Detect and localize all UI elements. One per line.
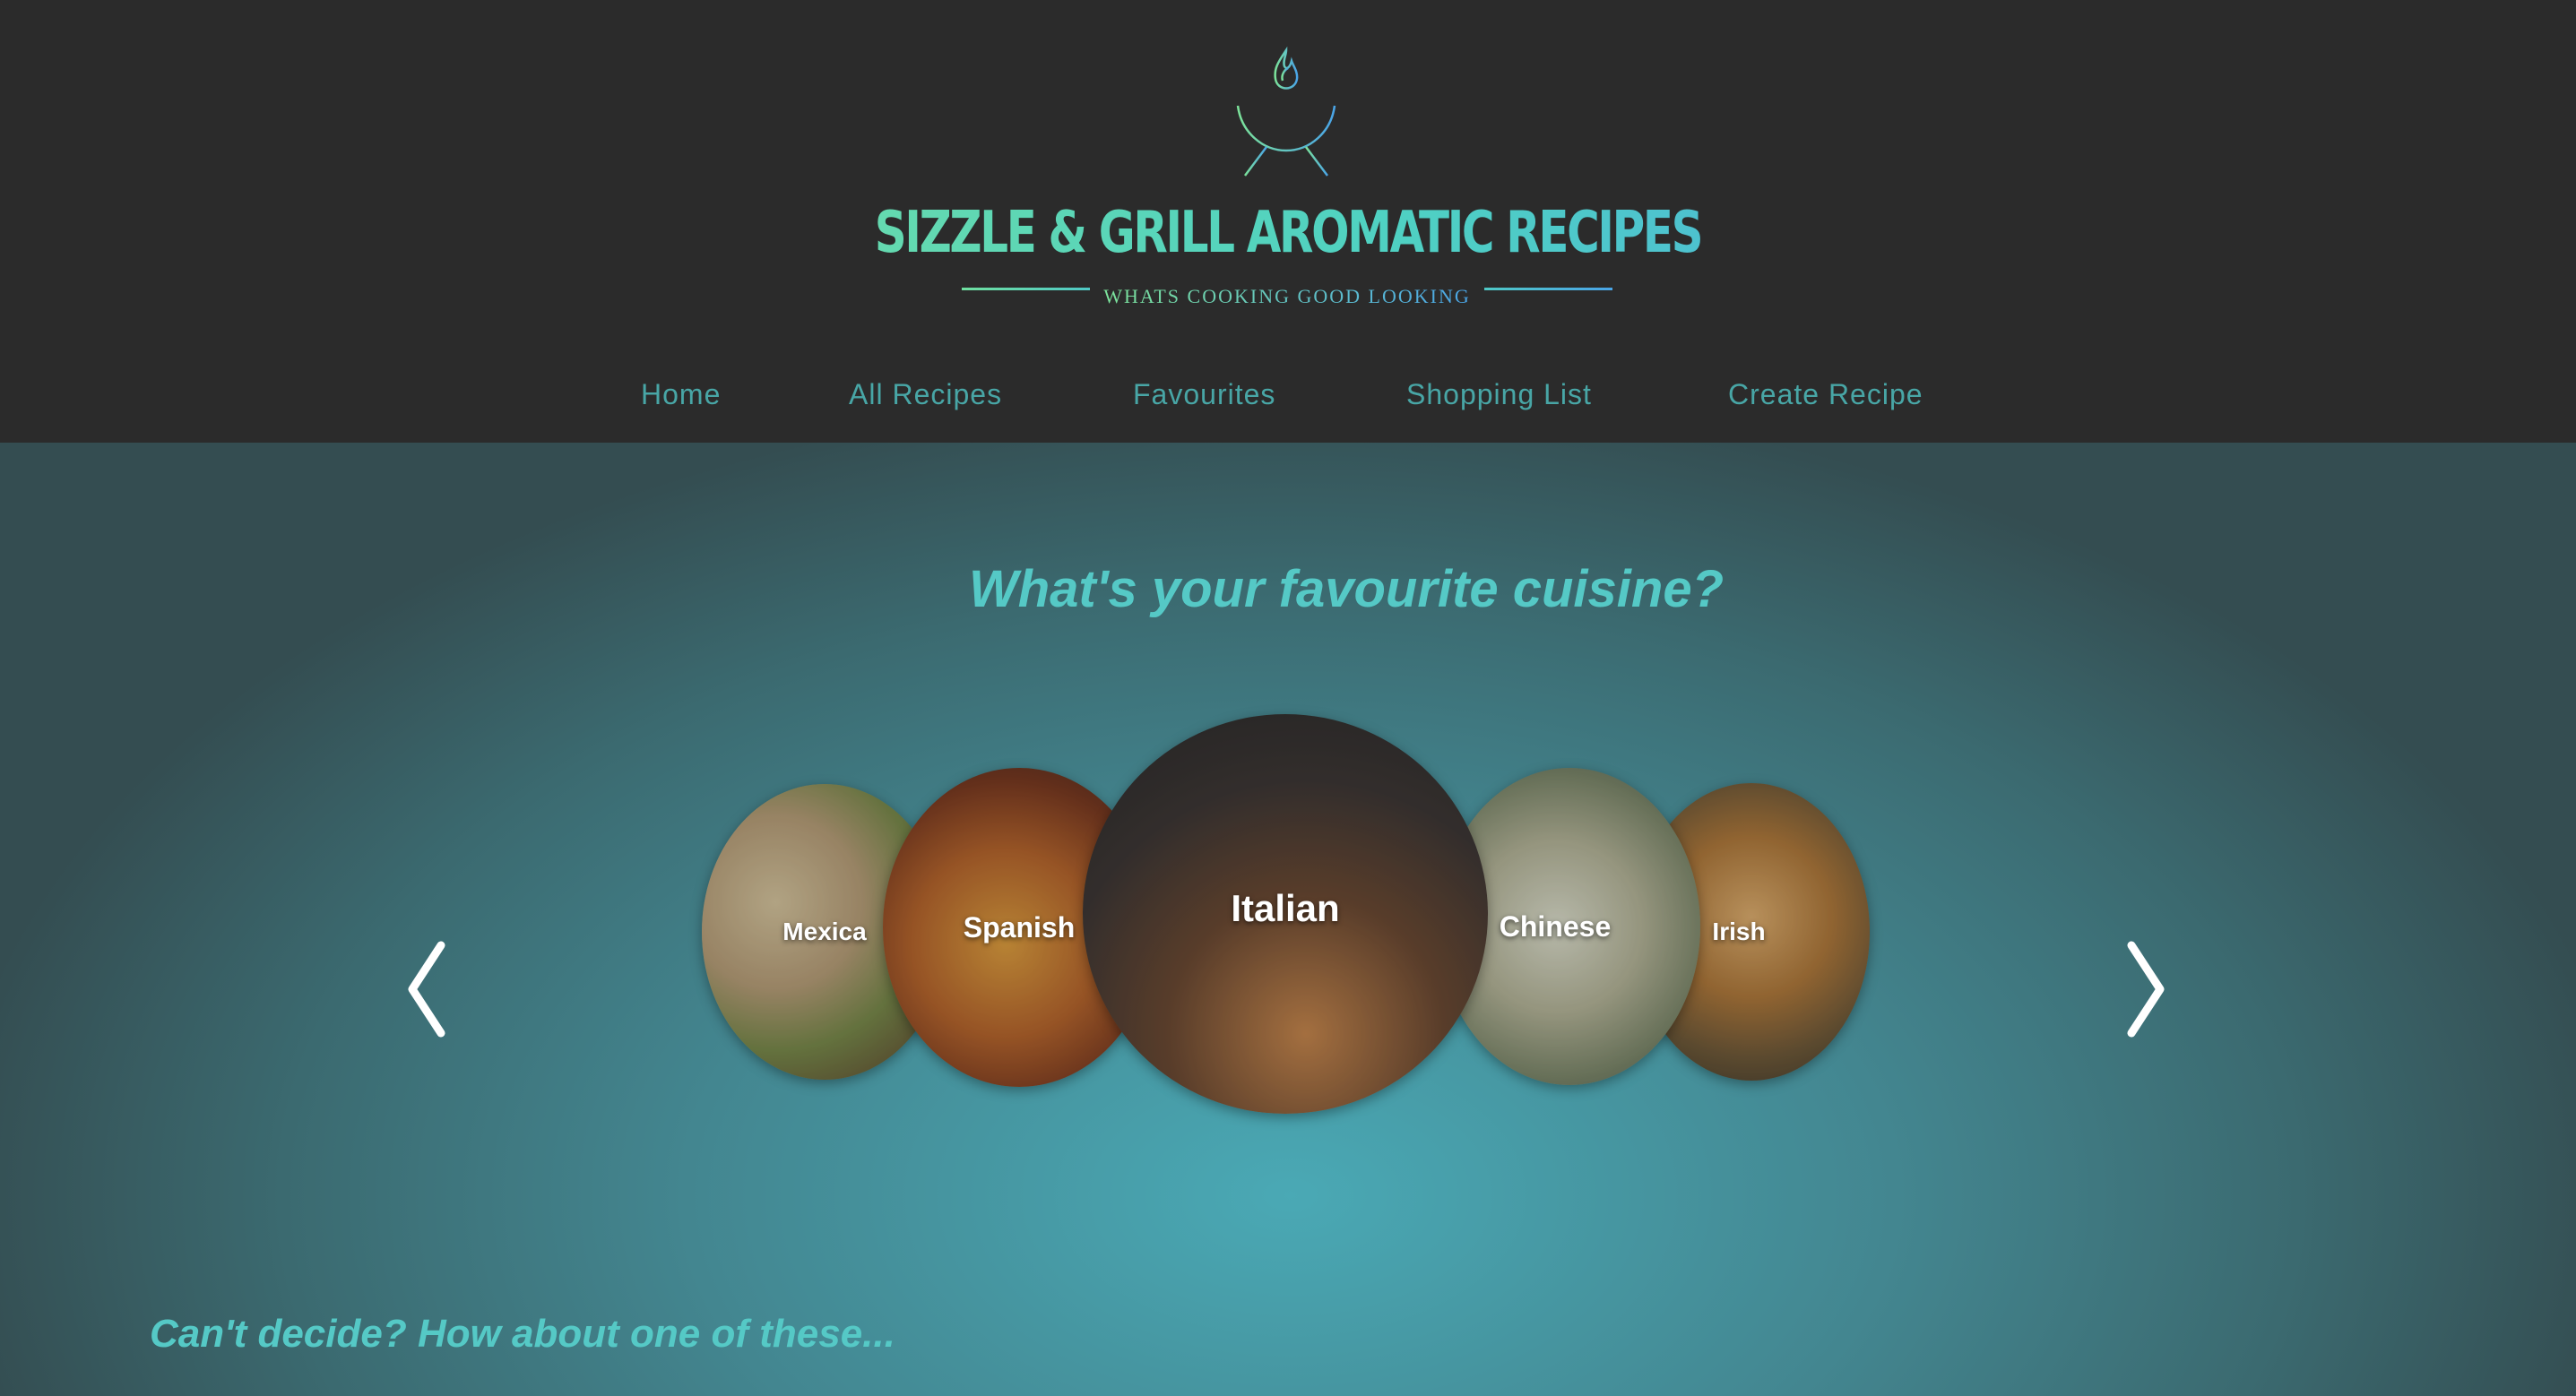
- cuisine-label: Chinese: [1499, 909, 1612, 943]
- cuisine-section: What's your favourite cuisine? Mexica Sp…: [0, 443, 2576, 1396]
- nav-home[interactable]: Home: [641, 378, 721, 411]
- tagline-divider-right: [1484, 288, 1612, 290]
- site-header: SIZZLE & GRILL AROMATIC RECIPES WHATS CO…: [0, 0, 2576, 443]
- cuisine-italian[interactable]: Italian: [1083, 714, 1488, 1114]
- cuisine-label: Mexica: [782, 918, 867, 945]
- nav-all-recipes[interactable]: All Recipes: [849, 378, 1002, 411]
- tagline: WHATS COOKING GOOD LOOKING: [1103, 285, 1471, 307]
- nav-shopping-list[interactable]: Shopping List: [1406, 378, 1592, 411]
- suggestions-heading: Can't decide? How about one of these...: [150, 1312, 895, 1356]
- tagline-divider-left: [962, 288, 1090, 290]
- grill-icon: [1236, 47, 1336, 177]
- nav-create-recipe[interactable]: Create Recipe: [1728, 378, 1923, 411]
- section-heading: What's your favourite cuisine?: [968, 560, 1725, 618]
- chevron-right-icon[interactable]: [2121, 940, 2171, 1038]
- cuisine-label: Italian: [1231, 887, 1340, 929]
- nav-favourites[interactable]: Favourites: [1133, 378, 1275, 411]
- chevron-left-icon[interactable]: [402, 940, 452, 1038]
- cuisine-label: Spanish: [963, 910, 1076, 944]
- cuisine-label: Irish: [1712, 918, 1766, 945]
- brand-title: SIZZLE & GRILL AROMATIC RECIPES: [283, 199, 2293, 267]
